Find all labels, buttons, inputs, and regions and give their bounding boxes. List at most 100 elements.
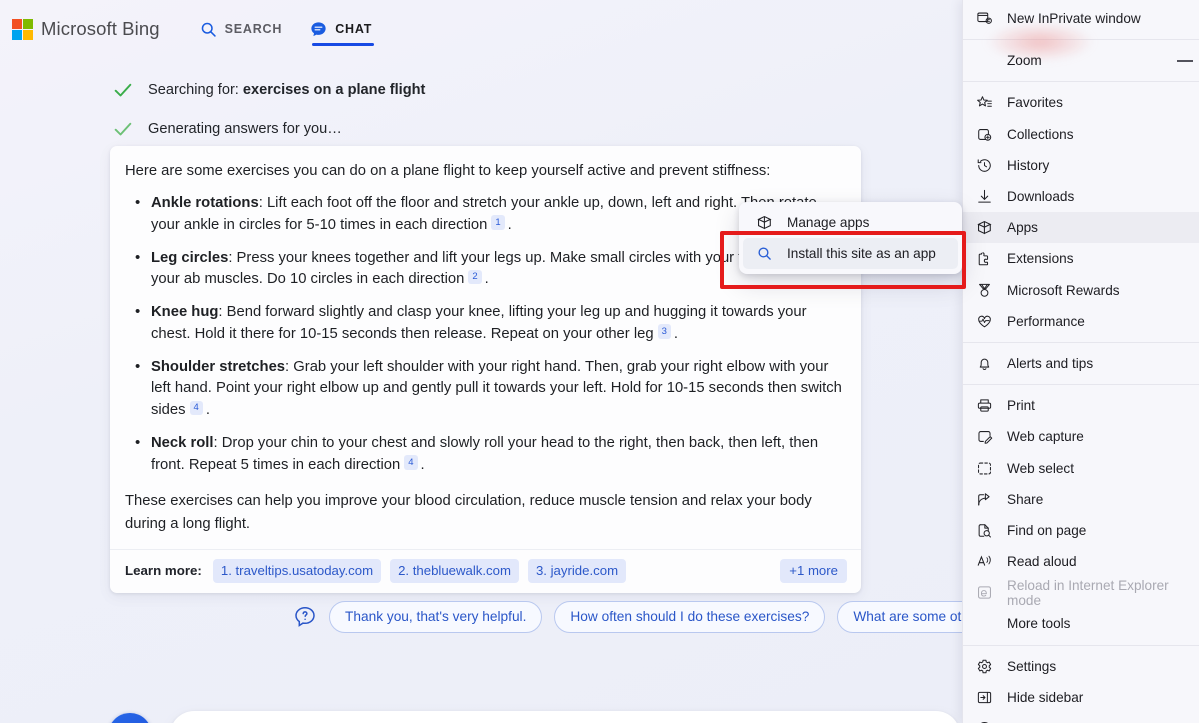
menu-item-favorites[interactable]: Favorites — [963, 87, 1199, 118]
menu-item-share[interactable]: Share — [963, 484, 1199, 515]
hide-sidebar-icon — [977, 691, 992, 703]
citation-badge[interactable]: 4 — [189, 400, 203, 416]
menu-item-label: Extensions — [1007, 251, 1074, 267]
menu-item-downloads[interactable]: Downloads — [963, 181, 1199, 212]
share-icon — [978, 492, 990, 506]
menu-item-collections[interactable]: Collections — [963, 119, 1199, 150]
list-item-tail: . — [673, 325, 678, 342]
menu-item-print[interactable]: Print — [963, 390, 1199, 421]
zoom-out-icon[interactable] — [1177, 59, 1193, 62]
tab-chat[interactable]: CHAT — [310, 0, 375, 58]
microsoft-logo-icon — [12, 18, 33, 40]
menu-item-performance[interactable]: Performance — [963, 306, 1199, 337]
menu-item-apps[interactable]: Apps — [963, 212, 1199, 244]
menu-item-reload-in-ie-mode: Reload in Internet Explorer mode — [963, 577, 1199, 608]
tab-chat-label: CHAT — [335, 22, 373, 36]
find-on-page-icon — [978, 524, 991, 538]
menu-item-extensions[interactable]: Extensions — [963, 243, 1199, 274]
menu-separator — [963, 341, 1199, 343]
list-item: Shoulder stretches: Grab your left shoul… — [125, 356, 842, 422]
status-searching-prefix: Searching for: — [148, 81, 243, 98]
menu-item-label: Alerts and tips — [1007, 355, 1094, 371]
menu-item-history[interactable]: History — [963, 150, 1199, 181]
menu-item-label: Find on page — [1007, 522, 1087, 538]
menu-item-label: Share — [1007, 491, 1044, 507]
menu-item-find-on-page[interactable]: Find on page — [963, 515, 1199, 546]
flyout-item-install-this-site-as-an-app[interactable]: Install this site as an app — [743, 238, 958, 269]
printer-icon — [977, 399, 992, 412]
list-item: Ankle rotations: Lift each foot off the … — [125, 192, 842, 237]
install-app-search-icon — [758, 247, 771, 260]
gear-icon — [977, 659, 992, 673]
flyout-item-label: Manage apps — [787, 215, 870, 230]
more-sources-chip[interactable]: +1 more — [780, 558, 847, 583]
menu-item-label: Collections — [1007, 126, 1074, 142]
menu-item-settings[interactable]: Settings — [963, 651, 1199, 682]
status-generating: Generating answers for you… — [112, 109, 962, 148]
menu-item-new-inprivate-window[interactable]: New InPrivate window — [963, 3, 1199, 34]
tab-search[interactable]: SEARCH — [200, 0, 283, 58]
rewards-medal-icon — [979, 283, 990, 297]
menu-separator — [963, 39, 1199, 41]
menu-item-label: Apps — [1007, 220, 1038, 236]
source-chip[interactable]: 1. traveltips.usatoday.com — [212, 558, 382, 583]
menu-item-label: Web capture — [1007, 429, 1084, 445]
new-topic-button[interactable] — [108, 713, 152, 723]
menu-item-read-aloud[interactable]: Read aloud — [963, 546, 1199, 577]
suggestion-row: Thank you, that's very helpful. How ofte… — [0, 601, 998, 633]
learn-more-label: Learn more: — [125, 563, 202, 579]
source-chip[interactable]: 3. jayride.com — [527, 558, 627, 583]
list-item-text: : Bend forward slightly and clasp your k… — [151, 304, 807, 342]
read-aloud-icon — [977, 555, 991, 566]
menu-item-hide-sidebar[interactable]: Hide sidebar — [963, 682, 1199, 713]
flyout-item-label: Install this site as an app — [787, 246, 936, 261]
header-tabs: SEARCH CHAT — [200, 0, 375, 58]
list-item-tail: . — [507, 216, 512, 233]
list-item-tail: . — [205, 402, 210, 419]
menu-separator — [963, 81, 1199, 83]
menu-item-more-tools[interactable]: More tools — [963, 608, 1199, 639]
status-searching: Searching for: exercises on a plane flig… — [112, 70, 962, 109]
menu-item-alerts-and-tips[interactable]: Alerts and tips — [963, 348, 1199, 379]
list-item-term: Knee hug — [151, 304, 219, 321]
menu-item-label: New InPrivate window — [1007, 11, 1141, 27]
menu-item-label: Read aloud — [1007, 554, 1077, 570]
chat-icon — [311, 21, 326, 36]
chat-input-pill[interactable] — [170, 711, 960, 723]
menu-item-label: Web select — [1007, 460, 1074, 476]
list-item-term: Leg circles — [151, 249, 229, 266]
list-item-tail: . — [484, 271, 489, 288]
exercise-list: Ankle rotations: Lift each foot off the … — [125, 192, 842, 476]
status-searching-text: Searching for: exercises on a plane flig… — [148, 82, 425, 98]
web-capture-icon — [978, 431, 993, 445]
citation-badge[interactable]: 2 — [468, 269, 482, 285]
microsoft-bing-logo[interactable]: Microsoft Bing — [12, 18, 160, 40]
ie-mode-icon — [978, 586, 991, 599]
citation-badge[interactable]: 4 — [404, 455, 418, 470]
citation-badge[interactable]: 3 — [657, 324, 671, 339]
citation-badge[interactable]: 1 — [491, 215, 505, 230]
downloads-arrow-icon — [978, 189, 991, 203]
suggestion-chip[interactable]: How often should I do these exercises? — [554, 601, 826, 633]
apps-grid-icon — [977, 221, 992, 235]
browser-window: Microsoft Bing SEARCH CHAT Searching for… — [0, 0, 1199, 723]
search-icon — [201, 22, 216, 37]
learn-more-bar: Learn more: 1. traveltips.usatoday.com 2… — [110, 548, 861, 593]
check-icon — [114, 122, 132, 135]
source-chip[interactable]: 2. thebluewalk.com — [390, 558, 519, 583]
menu-item-web-capture[interactable]: Web capture — [963, 421, 1199, 452]
edge-browser-menu: New InPrivate window Zoom Favorites Coll… — [962, 0, 1199, 723]
suggestion-chip[interactable]: Thank you, that's very helpful. — [329, 601, 543, 633]
chat-conversation: Searching for: exercises on a plane flig… — [0, 58, 998, 723]
menu-item-label: More tools — [1007, 616, 1071, 632]
bell-icon — [979, 358, 990, 371]
web-select-icon — [978, 462, 991, 474]
list-item-term: Shoulder stretches — [151, 358, 286, 375]
menu-item-help-and-feedback[interactable]: Help and feedback — [963, 713, 1199, 723]
list-item: Knee hug: Bend forward slightly and clas… — [125, 301, 842, 346]
menu-separator — [963, 644, 1199, 646]
flyout-item-manage-apps[interactable]: Manage apps — [743, 207, 958, 238]
menu-item-zoom[interactable]: Zoom — [963, 45, 1199, 76]
menu-item-web-select[interactable]: Web select — [963, 452, 1199, 483]
menu-item-microsoft-rewards[interactable]: Microsoft Rewards — [963, 275, 1199, 306]
